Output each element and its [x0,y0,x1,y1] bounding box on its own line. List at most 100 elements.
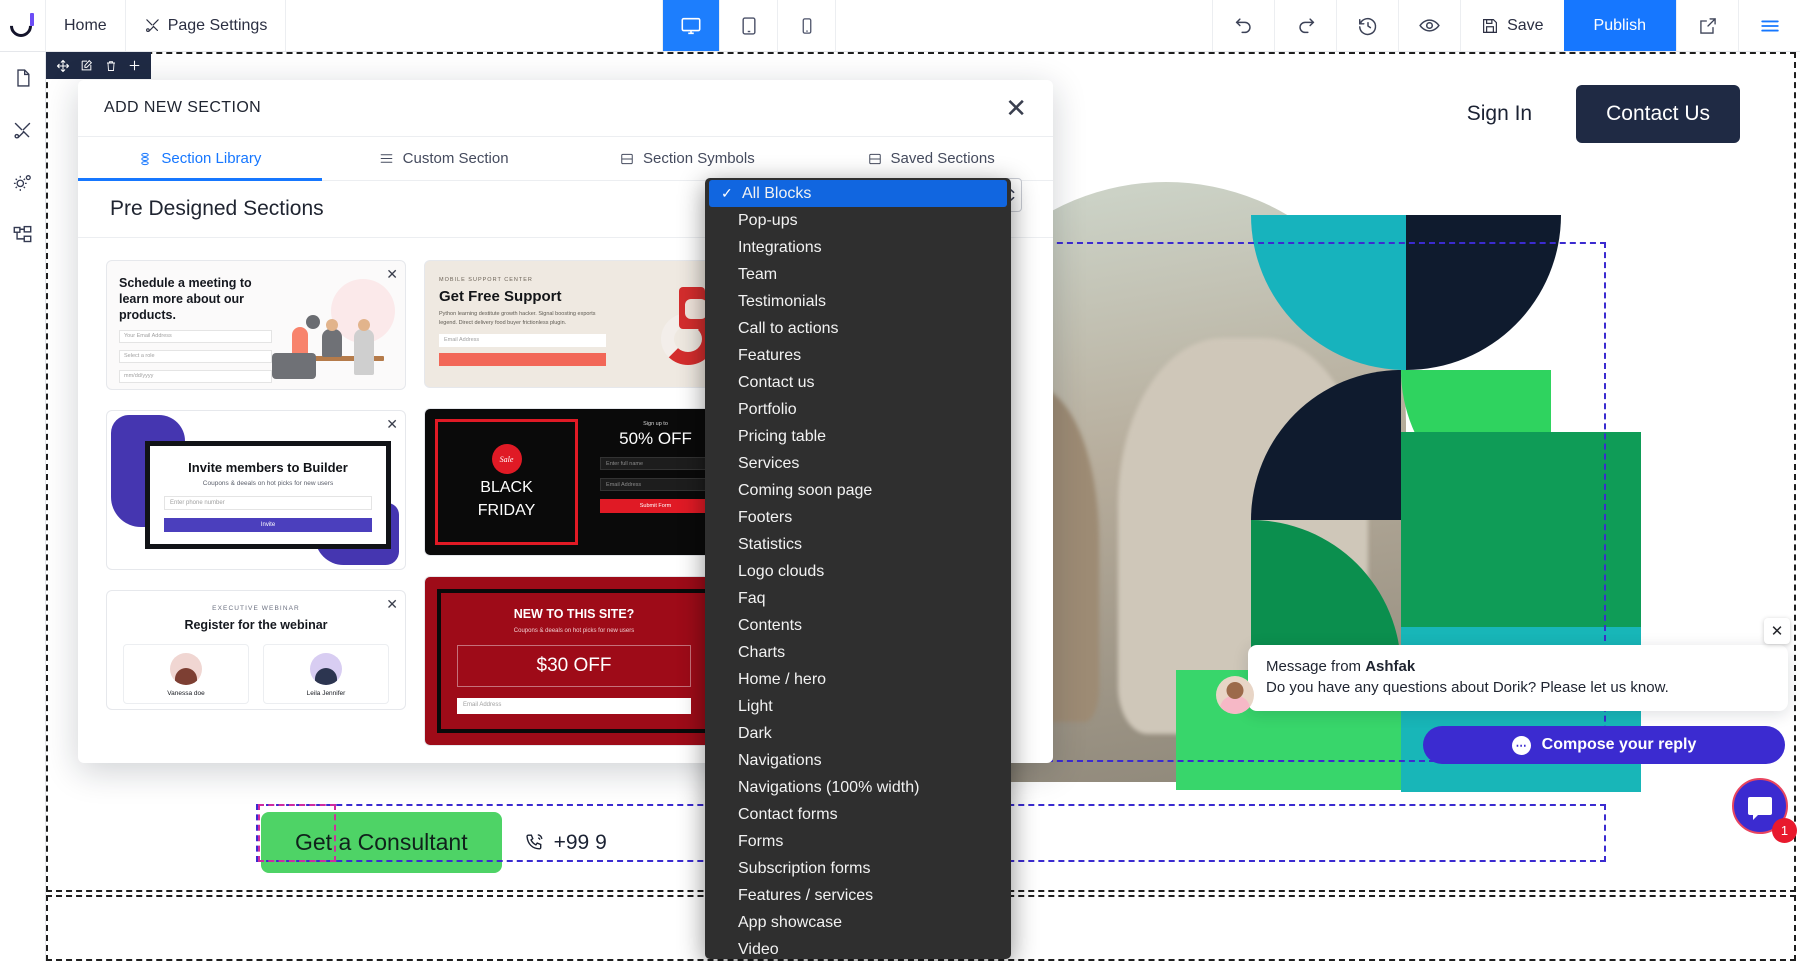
redo-button[interactable] [1274,0,1336,51]
sidebar-item-layers[interactable] [0,208,45,260]
save-button[interactable]: Save [1460,0,1563,51]
dropdown-option[interactable]: Light [705,693,1011,720]
chat-message-bubble[interactable]: Message from Ashfak Do you have any ques… [1248,645,1788,711]
card-body: Python learning destitute growth hacker.… [439,310,606,327]
edit-icon[interactable] [76,55,97,77]
sidebar-item-settings[interactable] [0,156,45,208]
dropdown-option[interactable]: Contents [705,612,1011,639]
move-icon[interactable] [52,55,73,77]
section-card-free-support[interactable]: ✕ MOBILE SUPPORT CENTER Get Free Support… [424,260,724,388]
tab-section-symbols[interactable]: Section Symbols [566,137,810,180]
card-date-field: mm/dd/yyyy [119,370,272,383]
dropdown-option-label: Features / services [738,887,873,905]
sidebar-item-design[interactable] [0,104,45,156]
dropdown-option[interactable]: Statistics [705,531,1011,558]
card-close-icon[interactable]: ✕ [386,416,398,433]
preview-button[interactable] [1398,0,1460,51]
card-submit-button: Submit Form [600,499,711,513]
dropdown-option[interactable]: Faq [705,585,1011,612]
dropdown-option[interactable]: Forms [705,828,1011,855]
section-card-webinar[interactable]: ✕ EXECUTIVE WEBINAR Register for the web… [106,590,406,710]
dropdown-option-label: Video [738,941,779,959]
dropdown-option[interactable]: Coming soon page [705,477,1011,504]
dropdown-option-label: Dark [738,725,772,743]
dropdown-option[interactable]: Contact us [705,369,1011,396]
chat-message-body: Do you have any questions about Dorik? P… [1266,678,1770,698]
dropdown-option[interactable]: Charts [705,639,1011,666]
card-email-field: Email Address [439,334,606,347]
device-preview-group [662,0,836,51]
get-consultant-button[interactable]: Get a Consultant [261,812,502,873]
sign-in-link[interactable]: Sign In [1467,102,1532,126]
history-button[interactable] [1336,0,1398,51]
tab-section-library-label: Section Library [161,150,261,167]
tab-custom-section[interactable]: Custom Section [322,137,566,180]
dropdown-option[interactable]: Integrations [705,234,1011,261]
nav-page-settings-label: Page Settings [168,17,268,35]
dropdown-option[interactable]: Subscription forms [705,855,1011,882]
dropdown-option-label: Subscription forms [738,860,871,878]
nav-home-label: Home [64,17,107,35]
dropdown-option[interactable]: Video [705,936,1011,959]
card-submit-button [439,353,606,366]
device-mobile-button[interactable] [778,0,836,51]
dropdown-option[interactable]: Pricing table [705,423,1011,450]
chat-from-name: Ashfak [1365,658,1415,675]
main-menu-button[interactable] [1738,0,1800,51]
card-close-icon[interactable]: ✕ [386,596,398,613]
dropdown-option[interactable]: Navigations (100% width) [705,774,1011,801]
phone-contact[interactable]: +99 9 [524,831,607,855]
dropdown-option[interactable]: Testimonials [705,288,1011,315]
publish-button[interactable]: Publish [1564,0,1676,51]
tab-section-symbols-label: Section Symbols [643,150,755,167]
nav-home[interactable]: Home [46,0,126,51]
dropdown-option-label: Contents [738,617,802,635]
section-card-new-to-site[interactable]: ✕ NEW TO THIS SITE? Coupons & deeals on … [424,576,724,746]
contact-us-button[interactable]: Contact Us [1576,85,1740,143]
dropdown-option[interactable]: App showcase [705,909,1011,936]
dropdown-option[interactable]: Portfolio [705,396,1011,423]
dropdown-option-label: App showcase [738,914,842,932]
section-card-black-friday[interactable]: ✕ Sale BLACK FRIDAY Sign up to 50% OFF E… [424,408,724,556]
open-external-button[interactable] [1676,0,1738,51]
tab-saved-sections[interactable]: Saved Sections [809,137,1053,180]
dropdown-option-selected[interactable]: ✓ All Blocks [709,180,1007,207]
tab-section-library[interactable]: Section Library [78,137,322,180]
dropdown-option[interactable]: Features / services [705,882,1011,909]
category-dropdown-list[interactable]: ✓ All Blocks Pop-ups Integrations Team T… [705,178,1011,959]
dropdown-option[interactable]: Call to actions [705,315,1011,342]
dropdown-option[interactable]: Features [705,342,1011,369]
dropdown-option-label: Services [738,455,799,473]
dropdown-option[interactable]: Pop-ups [705,207,1011,234]
dropdown-option-label: Testimonials [738,293,826,311]
app-logo[interactable] [0,0,46,51]
hero-cta-row: Get a Consultant +99 9 [261,812,607,873]
dropdown-option[interactable]: Dark [705,720,1011,747]
undo-button[interactable] [1212,0,1274,51]
dropdown-option[interactable]: Logo clouds [705,558,1011,585]
plus-icon[interactable] [124,55,145,77]
dropdown-option[interactable]: Team [705,261,1011,288]
sidebar-item-pages[interactable] [0,52,45,104]
toolbar-spacer-right [836,0,1212,51]
person-name: Vanessa doe [167,690,204,697]
dropdown-option[interactable]: Contact forms [705,801,1011,828]
publish-label: Publish [1594,17,1646,35]
dropdown-option[interactable]: Navigations [705,747,1011,774]
dropdown-option-label: Call to actions [738,320,839,338]
dropdown-option[interactable]: Footers [705,504,1011,531]
card-title: Register for the webinar [123,618,389,632]
trash-icon[interactable] [100,55,121,77]
dropdown-option[interactable]: Services [705,450,1011,477]
device-tablet-button[interactable] [720,0,778,51]
compose-reply-button[interactable]: ⋯ Compose your reply [1423,726,1785,764]
section-card-schedule-meeting[interactable]: ✕ Schedule a meeting to learn more about… [106,260,406,390]
card-left-panel: Sale BLACK FRIDAY [435,419,578,545]
nav-page-settings[interactable]: Page Settings [126,0,287,51]
close-icon[interactable]: ✕ [1005,95,1027,121]
device-desktop-button[interactable] [662,0,720,51]
dropdown-option[interactable]: Home / hero [705,666,1011,693]
card-close-icon[interactable]: ✕ [386,266,398,283]
section-card-invite-members[interactable]: ✕ Invite members to Builder Coupons & de… [106,410,406,570]
chat-close-icon[interactable]: ✕ [1764,618,1790,644]
